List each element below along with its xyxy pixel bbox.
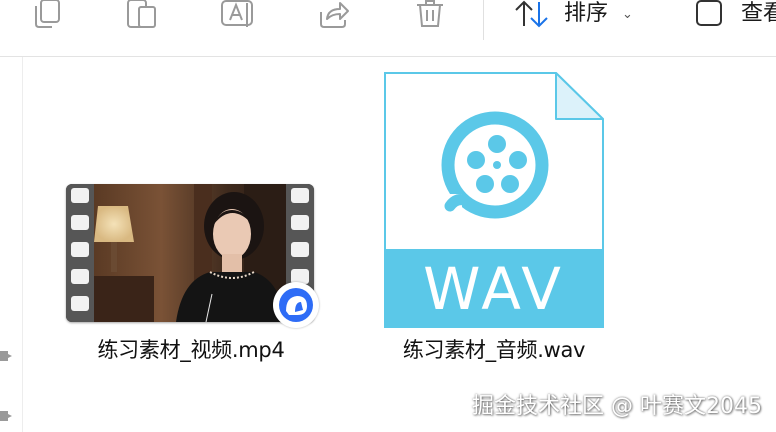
paste-icon xyxy=(127,0,156,28)
file-name: 练习素材_音频.wav xyxy=(402,338,586,362)
file-explorer: 排序 ⌄ 查看 练习素材_视频.mp4 WAV 练习素材_音频.wav 掘金技术… xyxy=(0,0,776,432)
copy-icon xyxy=(35,0,60,28)
navigation-pane-edge[interactable] xyxy=(0,57,23,432)
copy-button[interactable] xyxy=(32,0,62,28)
view-label: 查看 xyxy=(741,1,776,26)
watermark: 掘金技术社区 @ 叶赛文2045 xyxy=(472,394,762,419)
sync-icon xyxy=(279,288,313,322)
sort-button[interactable]: 排序 ⌄ xyxy=(513,0,633,28)
view-button[interactable]: 查看 xyxy=(696,0,776,28)
sort-icon xyxy=(515,0,548,28)
share-icon xyxy=(320,2,349,28)
sync-badge xyxy=(273,282,319,328)
toolbar-divider xyxy=(483,0,484,40)
rename-button[interactable] xyxy=(221,0,257,28)
sort-label: 排序 xyxy=(564,1,609,26)
chevron-down-icon: ⌄ xyxy=(622,6,633,22)
delete-button[interactable] xyxy=(415,0,445,28)
paste-button[interactable] xyxy=(126,0,158,28)
rename-icon xyxy=(221,0,253,27)
file-name: 练习素材_视频.mp4 xyxy=(97,338,285,362)
view-icon xyxy=(696,0,722,26)
pin-icon xyxy=(0,411,12,421)
delete-icon xyxy=(417,0,443,27)
wav-document-icon[interactable]: WAV xyxy=(384,72,604,328)
film-strip-left xyxy=(66,184,94,322)
video-frame-image xyxy=(94,184,286,322)
wav-label: WAV xyxy=(423,254,565,323)
command-bar: 排序 ⌄ 查看 xyxy=(0,0,776,57)
pin-icon xyxy=(0,351,12,361)
share-button[interactable] xyxy=(318,0,350,28)
